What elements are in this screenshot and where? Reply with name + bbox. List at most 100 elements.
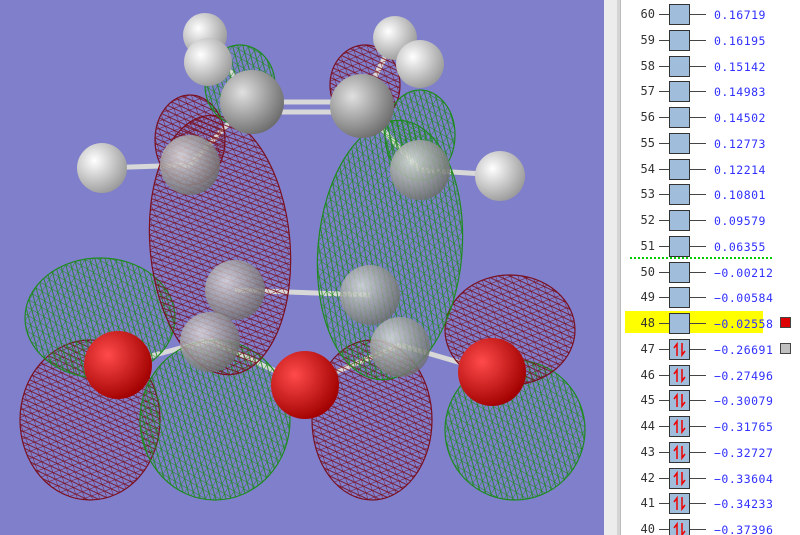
occupied-orbital-box[interactable]: [669, 416, 690, 437]
orbital-number: 58: [640, 58, 655, 73]
orbital-number: 49: [640, 290, 655, 305]
orbital-energy: 0.06355: [714, 239, 766, 254]
orbital-energy: 0.12773: [714, 136, 766, 151]
virtual-orbital-box[interactable]: [669, 4, 690, 25]
orbital-energy: −0.27496: [714, 368, 774, 383]
electron-pair-icon: [673, 496, 686, 512]
orbital-number: 52: [640, 213, 655, 227]
virtual-orbital-box[interactable]: [669, 81, 690, 103]
mo-row-57[interactable]: 57 0.14983: [621, 81, 800, 103]
orbital-energy: −0.00584: [714, 291, 774, 306]
hydrogen-atom: [184, 38, 232, 86]
hydrogen-atom: [396, 40, 444, 88]
surface-color-swatch[interactable]: [780, 342, 791, 354]
orbital-number: 43: [640, 444, 655, 459]
orbital-energy: −0.37396: [714, 523, 774, 535]
electron-pair-icon: [673, 367, 686, 383]
orbital-number: 53: [640, 187, 655, 202]
mo-row-58[interactable]: 58 0.15142: [621, 55, 800, 78]
molecule-3d-viewer[interactable]: [0, 0, 604, 535]
carbon-atom: [390, 140, 450, 200]
orbital-number: 44: [640, 419, 655, 433]
orbital-number: 50: [640, 264, 655, 279]
mo-row-42[interactable]: 42 −0.33604: [621, 467, 800, 490]
electron-pair-icon: [673, 418, 686, 435]
occupied-orbital-box[interactable]: [669, 493, 690, 515]
virtual-orbital-box[interactable]: [669, 261, 690, 283]
mo-row-50[interactable]: 50 −0.00212: [621, 261, 800, 284]
orbital-energy: 0.16719: [714, 8, 766, 22]
mo-row-45[interactable]: 45 −0.30079: [621, 390, 800, 412]
orbital-number: 46: [640, 367, 655, 382]
orbital-energy: 0.10801: [714, 188, 766, 203]
orbital-number: 57: [640, 84, 655, 99]
virtual-orbital-box[interactable]: [669, 235, 690, 257]
orbital-energy: −0.32727: [714, 445, 774, 460]
mo-row-53[interactable]: 53 0.10801: [621, 184, 800, 206]
occupied-orbital-box[interactable]: [669, 390, 690, 412]
orbital-energy: 0.14502: [714, 111, 766, 125]
orbital-number: 48: [640, 316, 655, 330]
mo-row-59[interactable]: 59 0.16195: [621, 29, 800, 52]
virtual-orbital-box[interactable]: [669, 158, 690, 180]
orbital-energy: 0.09579: [714, 214, 766, 228]
orbital-energy: −0.34233: [714, 497, 774, 512]
virtual-orbital-box[interactable]: [669, 55, 690, 77]
mo-row-51[interactable]: 51 0.06355: [621, 235, 800, 258]
mo-energy-list[interactable]: 60 0.16719 59 0.16195 58 0.15142 57 0.14983 56 0.…: [621, 0, 800, 535]
mo-row-43[interactable]: 43 −0.32727: [621, 441, 800, 464]
occupied-orbital-box[interactable]: [669, 519, 690, 535]
oxygen-atom: [84, 331, 152, 399]
electron-pair-icon: [673, 393, 686, 409]
electron-pair-icon: [673, 341, 686, 357]
orbital-number: 51: [640, 238, 655, 253]
virtual-orbital-box[interactable]: [669, 287, 690, 309]
carbon-atom: [340, 265, 400, 325]
mo-row-55[interactable]: 55 0.12773: [621, 132, 800, 155]
orbital-number: 42: [640, 470, 655, 485]
mo-row-49[interactable]: 49 −0.00584: [621, 287, 800, 309]
orbital-number: 56: [640, 110, 655, 124]
mo-row-60[interactable]: 60 0.16719: [621, 4, 800, 26]
oxygen-atom: [458, 338, 526, 406]
electron-pair-icon: [673, 444, 686, 460]
mo-row-46[interactable]: 46 −0.27496: [621, 364, 800, 387]
panel-splitter[interactable]: [604, 0, 617, 535]
electron-pair-icon: [673, 470, 686, 486]
occupied-orbital-box[interactable]: [669, 364, 690, 386]
carbon-atom: [220, 70, 284, 134]
mo-row-52[interactable]: 52 0.09579: [621, 210, 800, 232]
orbital-number: 45: [640, 393, 655, 408]
orbital-energy: −0.00212: [714, 265, 774, 280]
orbital-energy: −0.02558: [714, 317, 774, 331]
mo-row-56[interactable]: 56 0.14502: [621, 107, 800, 129]
orbital-number: 40: [640, 522, 655, 535]
orbital-energy: −0.26691: [714, 342, 774, 357]
virtual-orbital-box[interactable]: [669, 107, 690, 128]
orbital-energy: −0.31765: [714, 420, 774, 434]
molecular-orbital-render[interactable]: [0, 0, 604, 535]
virtual-orbital-box[interactable]: [669, 210, 690, 231]
homo-lumo-separator: [630, 257, 772, 259]
occupied-orbital-box[interactable]: [669, 441, 690, 463]
occupied-orbital-box[interactable]: [669, 467, 690, 489]
mo-row-41[interactable]: 41 −0.34233: [621, 493, 800, 515]
virtual-orbital-box[interactable]: [669, 313, 690, 334]
orbital-energy: 0.14983: [714, 85, 766, 100]
orbital-number: 41: [640, 496, 655, 511]
mo-row-54[interactable]: 54 0.12214: [621, 158, 800, 181]
mo-row-48[interactable]: 48 −0.02558: [621, 311, 800, 335]
virtual-orbital-box[interactable]: [669, 132, 690, 154]
surface-color-swatch[interactable]: [780, 317, 791, 328]
orbital-number: 54: [640, 161, 655, 176]
occupied-orbital-box[interactable]: [669, 338, 690, 360]
orbital-number: 60: [640, 7, 655, 21]
mo-row-47[interactable]: 47 −0.26691: [621, 338, 800, 361]
orbital-energy: 0.12214: [714, 162, 766, 177]
orbital-energy: −0.30079: [714, 394, 774, 409]
virtual-orbital-box[interactable]: [669, 184, 690, 206]
carbon-atom: [370, 317, 430, 377]
mo-row-44[interactable]: 44 −0.31765: [621, 416, 800, 438]
virtual-orbital-box[interactable]: [669, 29, 690, 51]
mo-row-40[interactable]: 40 −0.37396: [621, 519, 800, 535]
